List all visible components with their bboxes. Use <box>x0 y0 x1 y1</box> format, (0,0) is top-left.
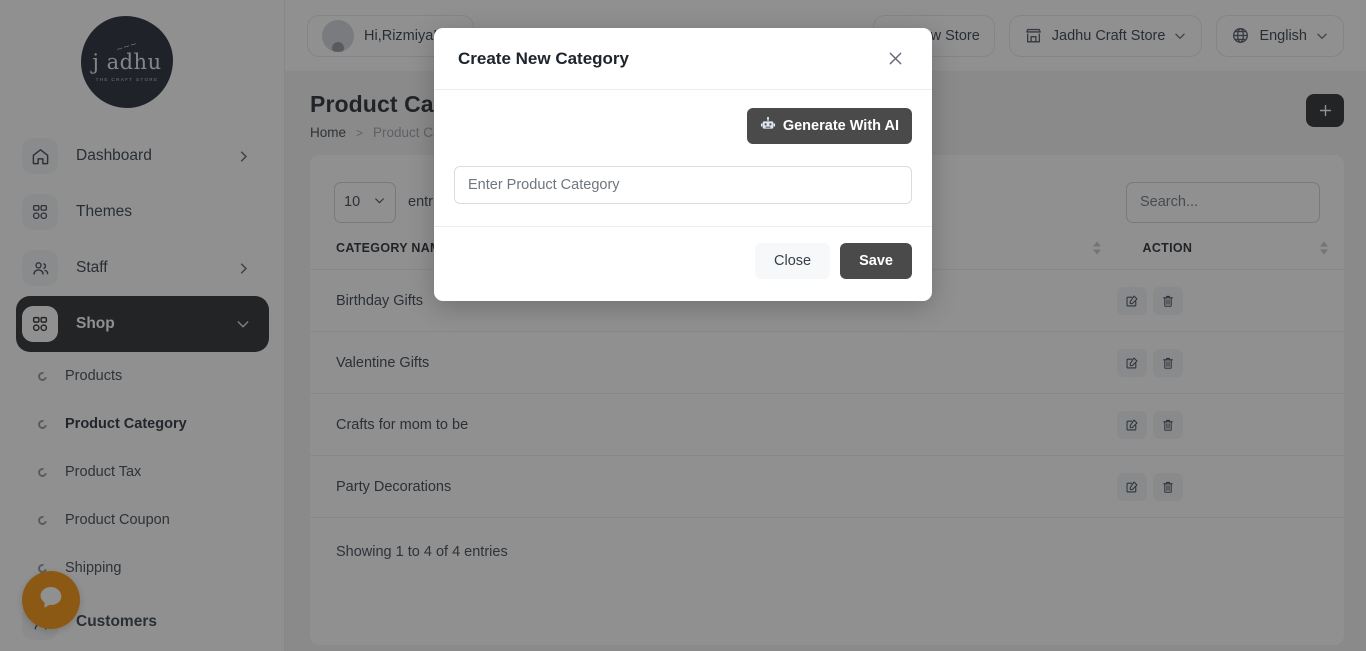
generate-with-ai-label: Generate With AI <box>782 118 899 134</box>
ai-button-row: Generate With AI <box>454 108 912 144</box>
generate-with-ai-button[interactable]: Generate With AI <box>746 108 912 144</box>
save-button[interactable]: Save <box>840 243 912 279</box>
create-category-modal: Create New Category Generate With AI Clo… <box>434 28 932 301</box>
modal-header: Create New Category <box>434 28 932 90</box>
modal-title: Create New Category <box>458 48 630 68</box>
category-name-input[interactable] <box>454 166 912 204</box>
robot-icon <box>760 116 776 136</box>
modal-body: Generate With AI <box>434 90 932 208</box>
close-icon[interactable] <box>882 46 908 72</box>
close-button[interactable]: Close <box>755 243 831 279</box>
app-root: ~~~ j adhu THE CRAFT STORE Dashboard The <box>0 0 1366 651</box>
modal-footer: Close Save <box>434 226 932 301</box>
